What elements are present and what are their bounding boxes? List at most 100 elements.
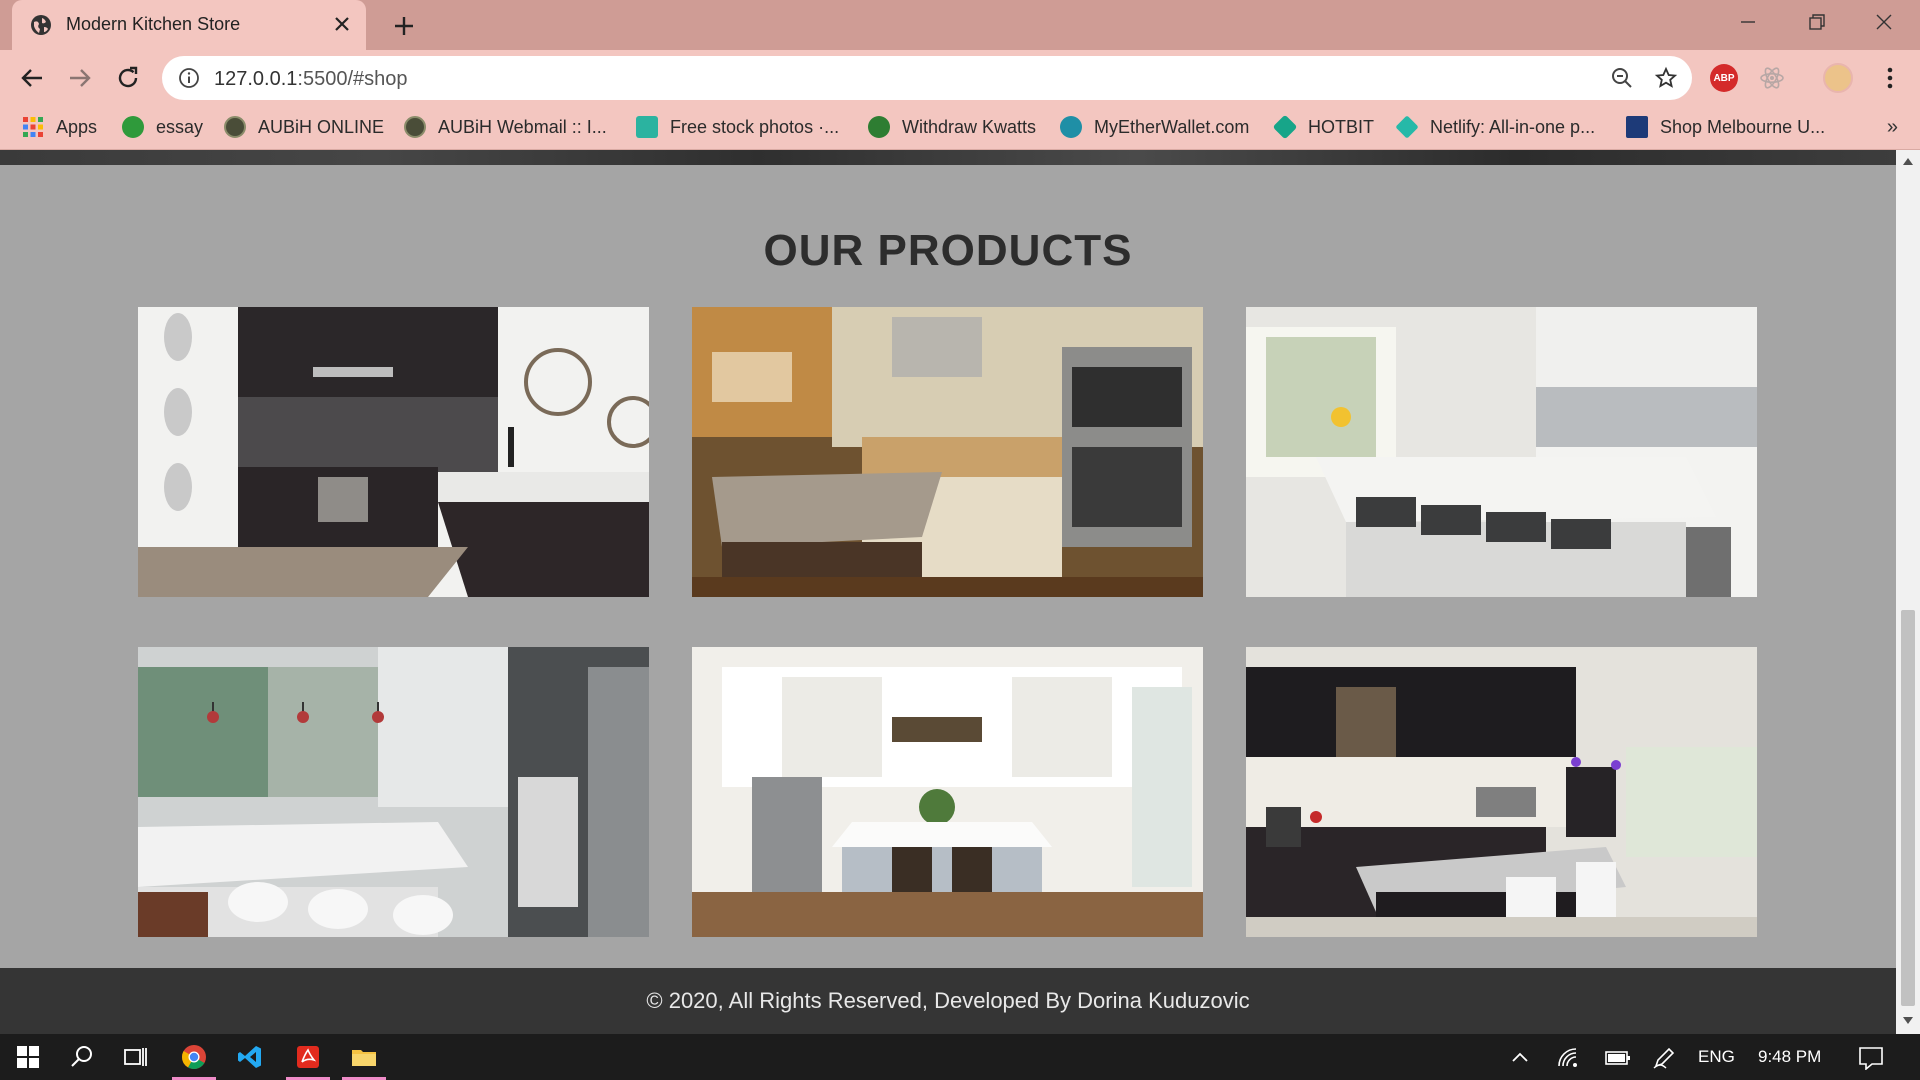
- kitchen-photo: [138, 647, 649, 937]
- bookmark-label: Netlify: All-in-one p...: [1430, 116, 1596, 137]
- scroll-thumb[interactable]: [1901, 610, 1915, 1006]
- windows-logo-icon: [17, 1046, 39, 1068]
- scroll-up-arrow-icon[interactable]: [1902, 156, 1914, 166]
- melbourne-favicon: [1626, 116, 1648, 138]
- kitchen-photo: [1246, 647, 1757, 937]
- product-image[interactable]: [692, 307, 1203, 597]
- globe-icon: [31, 15, 51, 35]
- taskbar-vscode[interactable]: [222, 1034, 278, 1080]
- taskbar-acrobat[interactable]: [280, 1034, 336, 1080]
- folder-icon: [352, 1050, 376, 1066]
- pen-workspace-icon[interactable]: [1652, 1046, 1676, 1070]
- bookmark-label: MyEtherWallet.com: [1094, 116, 1250, 137]
- language-indicator[interactable]: ENG: [1698, 1047, 1735, 1071]
- bookmark-hotbit[interactable]: HOTBIT: [1272, 112, 1374, 142]
- vertical-scrollbar[interactable]: [1896, 150, 1920, 1034]
- bookmark-label: Free stock photos ·...: [670, 116, 840, 137]
- chrome-icon: [182, 1045, 206, 1070]
- bookmark-apps[interactable]: Apps: [22, 112, 97, 142]
- footer-copyright: © 2020, All Rights Reserved, Developed B…: [646, 988, 1250, 1013]
- address-bar[interactable]: 127.0.0.1:5500/#shop: [162, 56, 1692, 100]
- bookmark-label: Apps: [56, 116, 98, 137]
- task-view-icon: [124, 1048, 147, 1066]
- url-path: :5500/#shop: [297, 68, 408, 90]
- tab-title: Modern Kitchen Store: [66, 14, 241, 34]
- taskbar-chrome[interactable]: [166, 1034, 222, 1080]
- forward-arrow-icon[interactable]: [64, 62, 96, 94]
- bookmark-label: essay: [156, 116, 204, 137]
- bookmark-kwatts[interactable]: Withdraw Kwatts: [868, 112, 1036, 142]
- bookmark-label: Shop Melbourne U...: [1660, 116, 1826, 137]
- react-devtools-icon[interactable]: [1756, 62, 1788, 94]
- close-tab-icon[interactable]: [330, 12, 354, 36]
- profile-avatar[interactable]: [1822, 62, 1854, 94]
- back-arrow-icon[interactable]: [16, 62, 48, 94]
- kitchen-photo: [692, 647, 1203, 937]
- avatar: [1823, 63, 1853, 93]
- adblock-extension-icon[interactable]: ABP: [1708, 62, 1740, 94]
- site-info-icon[interactable]: [178, 67, 200, 89]
- new-tab-icon[interactable]: [390, 12, 418, 40]
- active-tab[interactable]: Modern Kitchen Store: [12, 0, 366, 50]
- product-image[interactable]: [1246, 647, 1757, 937]
- bookmark-aubih-webmail[interactable]: AUBiH Webmail :: I...: [404, 112, 607, 142]
- clock[interactable]: 9:48 PM: [1758, 1047, 1821, 1071]
- tab-strip: Modern Kitchen Store: [0, 0, 1920, 50]
- start-button[interactable]: [0, 1034, 56, 1080]
- hero-image-bottom-edge: [0, 150, 1896, 165]
- bookmark-label: AUBiH Webmail :: I...: [438, 116, 607, 137]
- bookmark-aubih-online[interactable]: AUBiH ONLINE: [224, 112, 384, 142]
- bookmark-melbourne[interactable]: Shop Melbourne U...: [1626, 112, 1825, 142]
- minimize-icon[interactable]: [1730, 8, 1766, 36]
- window-close-icon[interactable]: [1866, 8, 1902, 36]
- zoom-icon[interactable]: [1610, 66, 1634, 90]
- aubih-favicon: [224, 116, 246, 138]
- acrobat-icon: [297, 1046, 319, 1068]
- bookmark-netlify[interactable]: Netlify: All-in-one p...: [1395, 112, 1596, 142]
- page-viewport: OUR PRODUCTS © 2020, All Rights Reserved…: [0, 150, 1896, 1034]
- restore-icon[interactable]: [1798, 8, 1834, 36]
- product-image[interactable]: [1246, 307, 1757, 597]
- kitchen-photo: [138, 307, 649, 597]
- browser-toolbar: 127.0.0.1:5500/#shop ABP: [0, 50, 1920, 106]
- url-text: 127.0.0.1:5500/#shop: [214, 68, 408, 91]
- abp-badge: ABP: [1710, 64, 1738, 92]
- more-menu-icon[interactable]: [1874, 62, 1906, 94]
- bookmark-label: HOTBIT: [1308, 116, 1374, 137]
- bookmark-pexels[interactable]: Free stock photos ·...: [636, 112, 839, 142]
- bookmark-myetherwallet[interactable]: MyEtherWallet.com: [1060, 112, 1249, 142]
- hotbit-favicon: [1272, 114, 1298, 140]
- bookmark-label: Withdraw Kwatts: [902, 116, 1037, 137]
- apps-grid-icon: [23, 117, 43, 137]
- netlify-favicon: [1395, 115, 1419, 139]
- vscode-icon: [238, 1046, 261, 1068]
- taskbar-file-explorer[interactable]: [336, 1034, 392, 1080]
- kwatts-favicon: [868, 116, 890, 138]
- essay-favicon: [122, 116, 144, 138]
- product-image[interactable]: [692, 647, 1203, 937]
- product-image[interactable]: [138, 647, 649, 937]
- pexels-favicon: [636, 116, 658, 138]
- bookmark-star-icon[interactable]: [1654, 66, 1678, 90]
- section-title: OUR PRODUCTS: [763, 226, 1133, 275]
- url-host: 127.0.0.1: [214, 68, 298, 90]
- bookmark-label: AUBiH ONLINE: [258, 116, 385, 137]
- show-hidden-icons-icon[interactable]: [1508, 1046, 1532, 1070]
- bookmarks-bar: Apps essay AUBiH ONLINE AUBiH Webmail ::…: [0, 106, 1920, 150]
- kitchen-photo: [1246, 307, 1757, 597]
- task-view-button[interactable]: [108, 1034, 164, 1080]
- network-icon[interactable]: [1556, 1046, 1580, 1070]
- search-icon: [71, 1046, 92, 1067]
- myetherwallet-favicon: [1060, 116, 1082, 138]
- bookmarks-overflow-button[interactable]: »: [1887, 116, 1898, 139]
- battery-icon[interactable]: [1604, 1046, 1632, 1070]
- scroll-down-arrow-icon[interactable]: [1902, 1016, 1914, 1026]
- page-footer: © 2020, All Rights Reserved, Developed B…: [0, 968, 1896, 1034]
- bookmark-essay[interactable]: essay: [122, 112, 203, 142]
- notifications-icon[interactable]: [1858, 1046, 1884, 1070]
- windows-taskbar: ENG 9:48 PM: [0, 1034, 1920, 1080]
- taskbar-search-button[interactable]: [54, 1034, 110, 1080]
- product-image[interactable]: [138, 307, 649, 597]
- reload-icon[interactable]: [112, 62, 144, 94]
- kitchen-photo: [692, 307, 1203, 597]
